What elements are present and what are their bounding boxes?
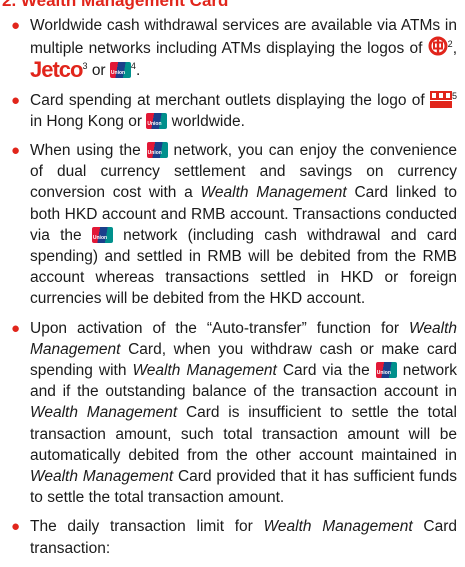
unionpay-logo-icon xyxy=(375,362,397,379)
bullet-dot: ● xyxy=(11,319,21,337)
unionpay-logo-icon xyxy=(109,62,131,79)
list-item: ● The daily transaction limit for Wealth… xyxy=(0,516,465,558)
unionpay-logo-icon xyxy=(146,112,168,129)
bullet-list: ● Worldwide cash withdrawal services are… xyxy=(0,15,465,567)
footnote-marker: 3 xyxy=(82,61,88,72)
bullet-dot: ● xyxy=(11,91,21,109)
card-name: Wealth Management xyxy=(263,518,413,536)
card-name: Wealth Management xyxy=(30,468,174,486)
unionpay-logo-icon xyxy=(146,142,168,159)
list-item: ● When using the network, you can enjoy … xyxy=(0,140,465,310)
bullet-text: Card via the xyxy=(282,362,370,380)
bullet-text: in Hong Kong or xyxy=(30,112,143,130)
bullet-text: Worldwide cash withdrawal services are a… xyxy=(30,17,457,58)
bullet-dot: ● xyxy=(11,17,21,34)
card-name: Wealth Management xyxy=(30,404,178,422)
section-heading: 2. Wealth Management Card xyxy=(2,0,229,10)
separator: , xyxy=(452,40,457,58)
list-item: ● Upon activation of the “Auto-transfer”… xyxy=(0,318,465,509)
bullet-text: The daily transaction limit for xyxy=(30,518,253,536)
footnote-marker: 5 xyxy=(451,90,457,101)
bullet-text: Upon activation of the “Auto-transfer” f… xyxy=(30,319,400,337)
card-name: Wealth Management xyxy=(200,184,347,202)
or-text: or xyxy=(91,62,106,80)
bullet-text: worldwide. xyxy=(171,112,245,130)
list-item: ● Card spending at merchant outlets disp… xyxy=(0,90,465,132)
card-name: Wealth Management xyxy=(132,362,277,380)
boc-logo-icon xyxy=(428,36,448,56)
unionpay-logo-icon xyxy=(91,226,113,243)
bullet-text: When using the xyxy=(30,142,141,160)
bullet-dot: ● xyxy=(11,518,21,536)
bullet-text: Card spending at merchant outlets displa… xyxy=(30,91,425,109)
list-item: ● Worldwide cash withdrawal services are… xyxy=(0,15,465,82)
eps-logo-icon xyxy=(429,90,452,108)
bullet-dot: ● xyxy=(11,142,21,160)
jetco-logo-icon: Jetco xyxy=(30,57,83,83)
period: . xyxy=(135,62,141,80)
